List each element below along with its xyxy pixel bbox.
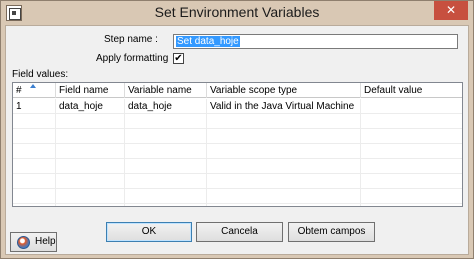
cancel-button[interactable]: Cancela	[196, 222, 283, 242]
apply-formatting-label: Apply formatting	[96, 53, 169, 64]
cell-default-value[interactable]	[361, 99, 462, 114]
get-fields-button[interactable]: Obtem campos	[288, 222, 375, 242]
apply-formatting-checkbox[interactable]: ✔	[173, 53, 184, 64]
window-title: Set Environment Variables	[154, 4, 320, 20]
field-values-table: # Field name Variable name Variable scop…	[12, 82, 463, 207]
help-button[interactable]: Help	[10, 232, 57, 252]
field-values-label: Field values:	[12, 69, 69, 80]
table-row[interactable]: 1 data_hoje data_hoje Valid in the Java …	[13, 99, 462, 114]
cell-variable-name[interactable]: data_hoje	[125, 99, 207, 114]
column-header-number[interactable]: #	[13, 83, 56, 98]
dialog-body: Step name : Set data_hoje Apply formatti…	[5, 25, 469, 255]
column-header-field-name[interactable]: Field name	[56, 83, 125, 98]
help-globe-icon	[17, 236, 30, 249]
step-name-value: Set data_hoje	[176, 36, 240, 47]
sort-ascending-icon	[30, 84, 36, 88]
ok-button[interactable]: OK	[106, 222, 192, 242]
column-header-variable-name[interactable]: Variable name	[125, 83, 207, 98]
cell-number[interactable]: 1	[13, 99, 56, 114]
column-header-default-value[interactable]: Default value	[361, 83, 462, 98]
cell-scope-type[interactable]: Valid in the Java Virtual Machine	[207, 99, 361, 114]
close-button[interactable]: ✕	[434, 1, 468, 20]
table-header: # Field name Variable name Variable scop…	[13, 83, 462, 98]
step-name-label: Step name :	[104, 34, 158, 45]
title-bar[interactable]: Set Environment Variables ✕	[1, 1, 473, 25]
help-button-label: Help	[35, 236, 56, 247]
cell-field-name[interactable]: data_hoje	[56, 99, 125, 114]
table-grid-lines	[13, 99, 462, 206]
dialog-window: Set Environment Variables ✕ Step name : …	[0, 0, 474, 259]
step-name-input[interactable]: Set data_hoje	[173, 34, 458, 49]
column-header-scope-type[interactable]: Variable scope type	[207, 83, 361, 98]
